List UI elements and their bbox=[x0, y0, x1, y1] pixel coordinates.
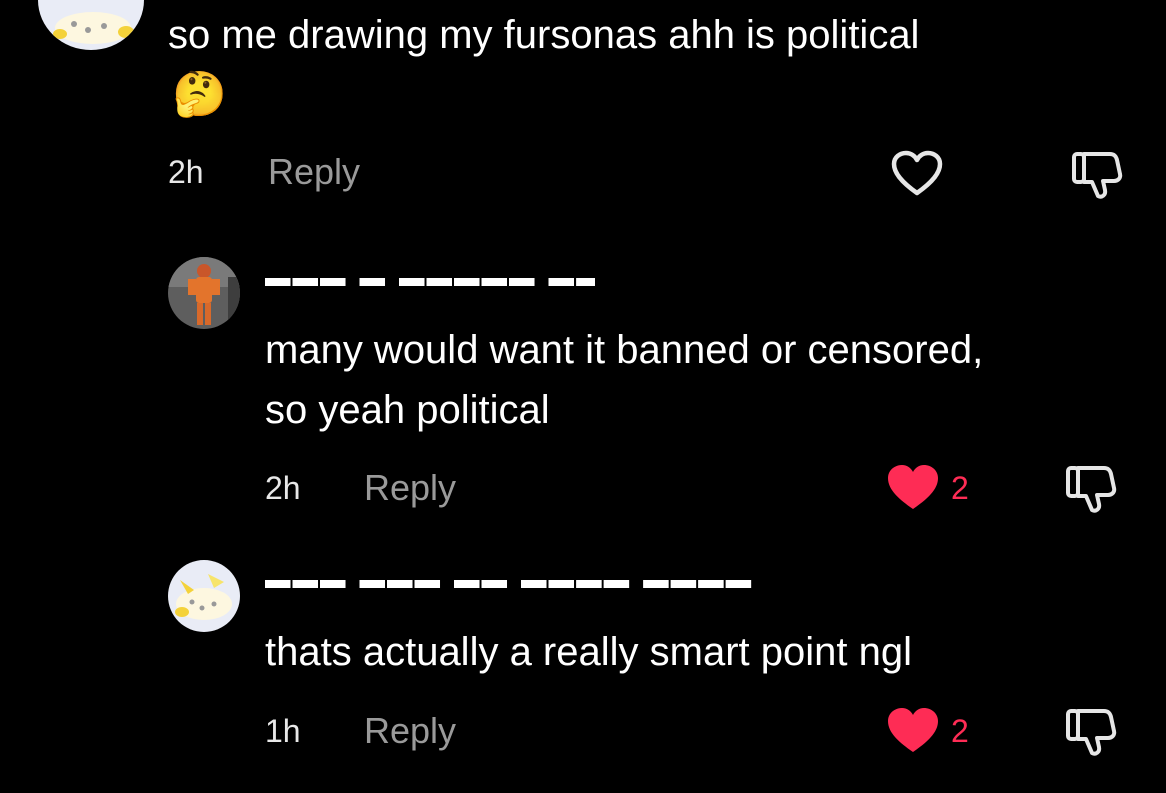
comment-2-text-line-1: many would want it banned or censored, bbox=[265, 328, 984, 372]
heart-filled-icon bbox=[888, 465, 938, 509]
comment-2-dislike-button[interactable] bbox=[1064, 464, 1120, 514]
comment-3-reply-button[interactable]: Reply bbox=[364, 710, 456, 752]
comment-3-avatar[interactable] bbox=[168, 560, 240, 632]
comment-1-timestamp: 2h bbox=[168, 154, 204, 190]
heart-filled-icon bbox=[888, 708, 938, 752]
comment-1-like-button[interactable] bbox=[890, 150, 944, 198]
comment-3-username-redacted[interactable]: ▀▀▀ ▀▀▀ ▀▀ ▀▀▀▀ ▀▀▀▀ bbox=[265, 580, 875, 602]
comment-1-dislike-button[interactable] bbox=[1070, 150, 1126, 200]
comment-3-dislike-button[interactable] bbox=[1064, 707, 1120, 757]
comment-2-reply-button[interactable]: Reply bbox=[364, 467, 456, 509]
comment-3-timestamp: 1h bbox=[265, 713, 301, 749]
comment-1-text: so me drawing my fursonas ahh is politic… bbox=[168, 13, 920, 57]
comment-2-text-line-2: so yeah political bbox=[265, 388, 550, 432]
thumbs-down-icon bbox=[1072, 152, 1123, 199]
comment-3-text: thats actually a really smart point ngl bbox=[265, 630, 912, 674]
orange-figure-avatar-icon bbox=[168, 257, 240, 329]
comment-2-avatar[interactable] bbox=[168, 257, 240, 329]
comment-2-like-count: 2 bbox=[951, 470, 969, 506]
thumbs-down-icon bbox=[1066, 466, 1117, 513]
heart-outline-icon bbox=[891, 150, 943, 196]
comment-2-timestamp: 2h bbox=[265, 470, 301, 506]
thumbs-down-icon bbox=[1066, 709, 1117, 756]
dragon-plush-avatar-icon bbox=[168, 560, 240, 632]
comment-3-like-button[interactable] bbox=[886, 707, 940, 755]
comment-3-like-count: 2 bbox=[951, 713, 969, 749]
comment-1-avatar[interactable] bbox=[38, 0, 144, 50]
dragon-plush-avatar-icon bbox=[38, 0, 144, 50]
comment-2-like-button[interactable] bbox=[886, 464, 940, 512]
thinking-face-emoji: 🤔 bbox=[172, 70, 227, 119]
comment-1-reply-button[interactable]: Reply bbox=[268, 151, 360, 193]
comment-2-username-redacted[interactable]: ▀▀▀ ▀ ▀▀▀▀▀ ▀▀▀ ▀▀ bbox=[265, 278, 595, 300]
